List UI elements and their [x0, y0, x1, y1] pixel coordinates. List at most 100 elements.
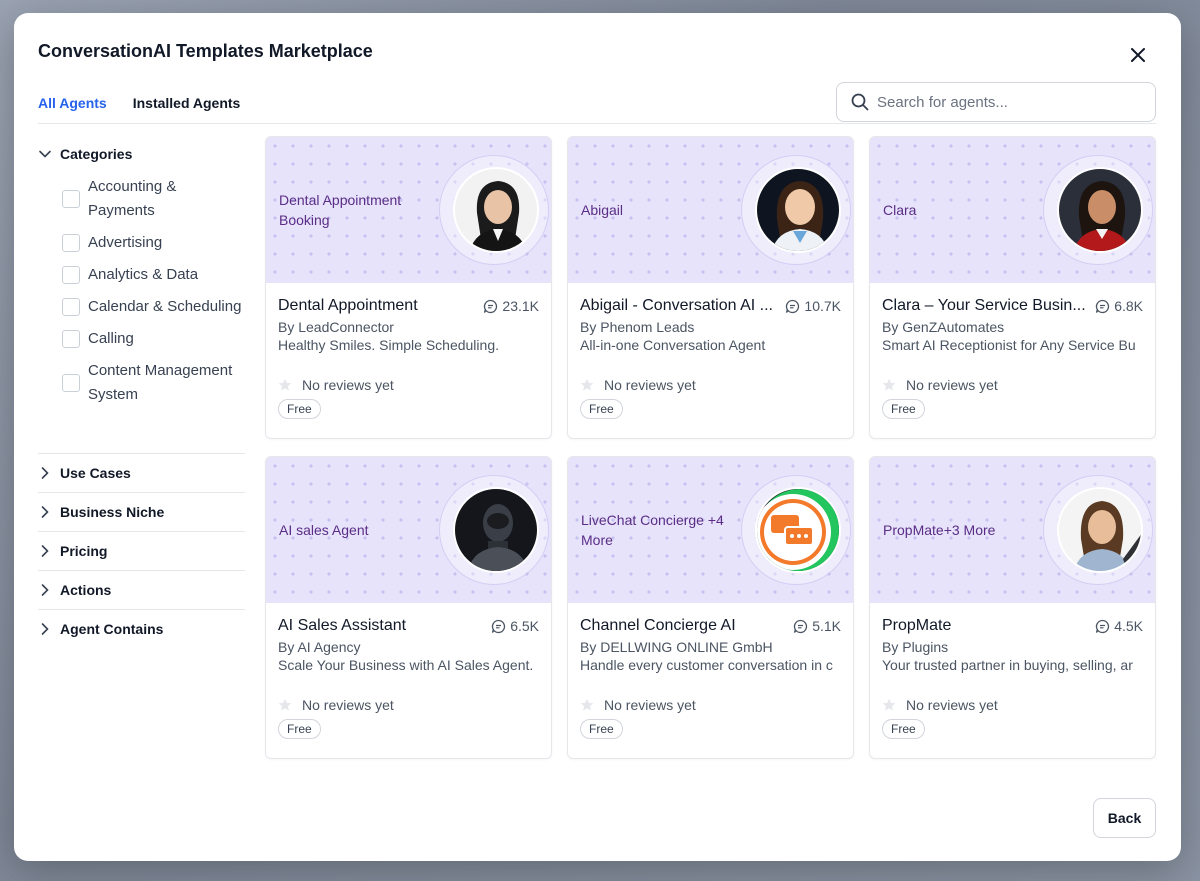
banner-label: Clara — [883, 202, 917, 218]
categories-list[interactable]: Accounting & Payments Advertising Analyt… — [38, 171, 245, 453]
agent-reviews: No reviews yet — [882, 697, 1143, 713]
filter-agent-contains[interactable]: Agent Contains — [38, 609, 245, 648]
close-button[interactable] — [1126, 43, 1150, 67]
category-label: Calling — [88, 330, 134, 347]
banner-label: AI sales Agent — [279, 522, 369, 538]
category-item[interactable]: Content Management System — [62, 355, 245, 411]
agent-author: By GenZAutomates — [882, 319, 1005, 335]
search-icon — [851, 93, 869, 111]
modal-title: ConversationAI Templates Marketplace — [38, 41, 373, 61]
count-value: 5.1K — [812, 618, 841, 634]
filter-actions[interactable]: Actions — [38, 570, 245, 609]
agent-author: By DELLWING ONLINE GmbH — [580, 639, 773, 655]
agent-description: Healthy Smiles. Simple Scheduling. — [278, 337, 499, 353]
filter-label: Business Niche — [60, 504, 165, 520]
reviews-text: No reviews yet — [302, 697, 394, 713]
agent-grid: Dental Appointment Booking Dental Appoin… — [265, 136, 1156, 759]
filter-business-niche[interactable]: Business Niche — [38, 492, 245, 531]
category-checkbox[interactable] — [62, 298, 80, 316]
category-label: Content Management System — [88, 362, 233, 403]
agent-reviews: No reviews yet — [882, 377, 1143, 393]
agent-author: By Plugins — [882, 639, 949, 655]
close-icon — [1131, 48, 1145, 62]
price-badge: Free — [580, 399, 623, 419]
chevron-right-icon — [41, 545, 49, 557]
agent-avatar — [453, 487, 539, 573]
chevron-down-icon — [39, 150, 51, 158]
category-item[interactable]: Calling — [62, 323, 245, 355]
category-label: Calendar & Scheduling — [88, 298, 242, 315]
filter-label: Pricing — [60, 543, 108, 559]
agent-card[interactable]: PropMate+3 More PropMate 4.5K By Plugins… — [869, 456, 1156, 759]
chevron-right-icon — [41, 584, 49, 596]
category-checkbox[interactable] — [62, 234, 80, 252]
agent-avatar — [1057, 487, 1143, 573]
agent-card[interactable]: AI sales Agent AI Sales Assistant 6.5K B… — [265, 456, 552, 759]
agent-author: By Phenom Leads — [580, 319, 695, 335]
reviews-text: No reviews yet — [906, 697, 998, 713]
agent-avatar — [1057, 167, 1143, 253]
banner-label: Abigail — [581, 202, 624, 218]
chat-icon — [786, 299, 800, 313]
categories-toggle[interactable]: Categories — [38, 137, 245, 171]
agent-avatar — [755, 487, 841, 573]
agent-reviews: No reviews yet — [580, 377, 841, 393]
category-checkbox[interactable] — [62, 330, 80, 348]
agent-card[interactable]: LiveChat Concierge +4 More Channel Conci… — [567, 456, 854, 759]
back-button[interactable]: Back — [1093, 798, 1156, 838]
card-banner: Clara — [870, 137, 1155, 283]
tabs-divider — [38, 123, 1156, 124]
agent-author: By LeadConnector — [278, 319, 394, 335]
agent-description: All-in-one Conversation Agent — [580, 337, 766, 353]
category-label: Analytics & Data — [88, 266, 199, 283]
category-checkbox[interactable] — [62, 374, 80, 392]
reviews-text: No reviews yet — [906, 377, 998, 393]
agent-description: Your trusted partner in buying, selling,… — [882, 657, 1133, 673]
reviews-text: No reviews yet — [302, 377, 394, 393]
count-value: 23.1K — [502, 298, 539, 314]
price-badge: Free — [882, 399, 925, 419]
category-checkbox[interactable] — [62, 266, 80, 284]
category-checkbox[interactable] — [62, 190, 80, 208]
count-value: 4.5K — [1114, 618, 1143, 634]
agent-name: Abigail - Conversation AI ... — [580, 297, 773, 314]
category-item[interactable]: Advertising — [62, 227, 245, 259]
search-input[interactable] — [877, 93, 1137, 111]
star-icon — [278, 698, 292, 711]
banner-label: PropMate+3 More — [883, 522, 996, 538]
card-banner: Abigail — [568, 137, 853, 283]
filter-label: Actions — [60, 582, 112, 598]
conversation-count: 10.7K — [785, 298, 841, 314]
agent-description: Scale Your Business with AI Sales Agent. — [278, 657, 534, 673]
filter-label: Use Cases — [60, 465, 131, 481]
banner-label: LiveChat Concierge +4 More — [581, 512, 724, 548]
category-label: Advertising — [88, 234, 163, 251]
star-icon — [882, 698, 896, 711]
conversation-count: 6.8K — [1095, 298, 1143, 314]
filter-use-cases[interactable]: Use Cases — [38, 453, 245, 492]
agent-reviews: No reviews yet — [278, 377, 539, 393]
category-label: Accounting & Payments — [88, 178, 177, 219]
search-box[interactable] — [836, 82, 1156, 122]
tab-all-agents[interactable]: All Agents — [38, 95, 107, 121]
filter-pricing[interactable]: Pricing — [38, 531, 245, 570]
category-item[interactable]: Analytics & Data — [62, 259, 245, 291]
card-banner: Dental Appointment Booking — [266, 137, 551, 283]
agent-card[interactable]: Clara Clara – Your Service Busin... 6.8K… — [869, 136, 1156, 439]
filter-label: Agent Contains — [60, 621, 164, 637]
category-item[interactable]: Calendar & Scheduling — [62, 291, 245, 323]
agent-reviews: No reviews yet — [278, 697, 539, 713]
card-banner: PropMate+3 More — [870, 457, 1155, 603]
banner-label: Dental Appointment Booking — [279, 192, 402, 228]
agent-card[interactable]: Abigail Abigail - Conversation AI ... 10… — [567, 136, 854, 439]
conversation-count: 4.5K — [1095, 618, 1143, 634]
reviews-text: No reviews yet — [604, 697, 696, 713]
card-banner: AI sales Agent — [266, 457, 551, 603]
tab-installed-agents[interactable]: Installed Agents — [133, 95, 241, 121]
price-badge: Free — [882, 719, 925, 739]
count-value: 6.8K — [1114, 298, 1143, 314]
star-icon — [882, 378, 896, 391]
agent-card[interactable]: Dental Appointment Booking Dental Appoin… — [265, 136, 552, 439]
category-item[interactable]: Accounting & Payments — [62, 171, 245, 227]
chat-icon — [492, 619, 506, 633]
